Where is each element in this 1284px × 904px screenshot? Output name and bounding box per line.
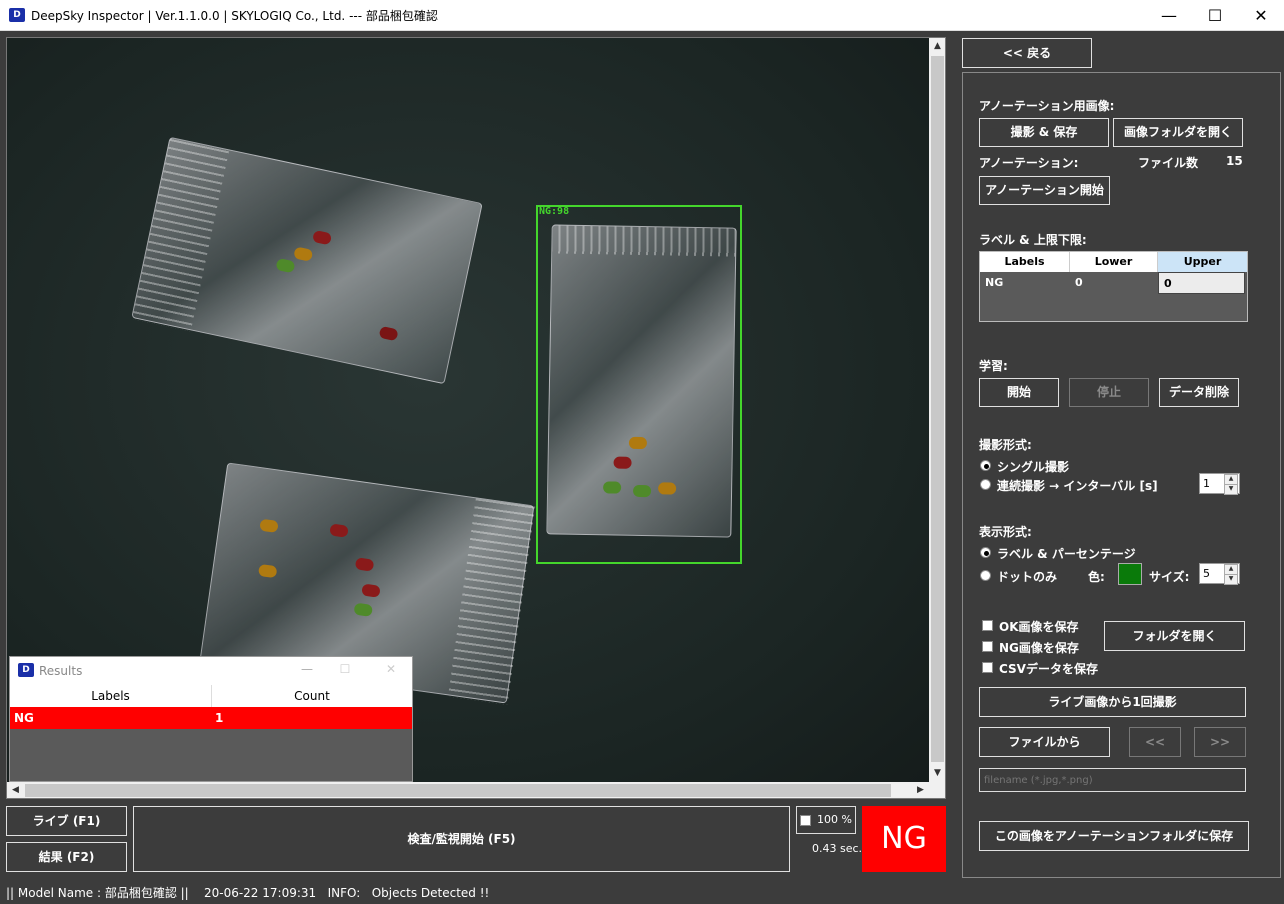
delete-data-button[interactable]: データ削除 xyxy=(1159,378,1239,407)
continuous-capture-label: 連続撮影 → インターバル [s] xyxy=(997,479,1158,493)
app-logo-icon: D xyxy=(18,663,34,677)
results-table-header: Labels Count xyxy=(10,685,412,707)
live-button[interactable]: ライブ (F1) xyxy=(6,806,127,836)
back-button[interactable]: << 戻る xyxy=(962,38,1092,68)
save-ng-label: NG画像を保存 xyxy=(999,641,1079,655)
capture-mode-heading: 撮影形式: xyxy=(979,438,1032,452)
filename-field[interactable] xyxy=(979,768,1246,792)
result-button[interactable]: 結果 (F2) xyxy=(6,842,127,872)
results-title-bar[interactable]: D Results — ☐ ✕ xyxy=(10,657,412,685)
resize-grip xyxy=(929,782,945,798)
table-row[interactable]: NG 1 xyxy=(10,707,412,729)
dots-only-radio[interactable] xyxy=(980,570,991,581)
from-file-button[interactable]: ファイルから xyxy=(979,727,1110,757)
save-ng-checkbox[interactable] xyxy=(982,641,993,652)
previous-file-button[interactable]: << xyxy=(1129,727,1181,757)
vertical-scroll-thumb[interactable] xyxy=(931,56,944,762)
column-header-labels: Labels xyxy=(10,685,212,707)
parts-bag-image xyxy=(131,136,483,385)
display-mode-heading: 表示形式: xyxy=(979,525,1032,539)
title-bar: D DeepSky Inspector | Ver.1.1.0.0 | SKYL… xyxy=(0,0,1284,31)
vertical-scrollbar[interactable]: ▲ ▼ xyxy=(929,38,945,782)
label-limits-table[interactable]: Labels Lower Upper NG 0 0 xyxy=(979,251,1248,322)
minimize-button[interactable]: — xyxy=(1146,0,1192,31)
size-label: サイズ: xyxy=(1149,570,1190,584)
save-ok-checkbox[interactable] xyxy=(982,620,993,631)
file-count-value: 15 xyxy=(1226,154,1243,168)
maximize-button[interactable]: ☐ xyxy=(330,662,360,676)
annotation-start-button[interactable]: アノーテーション開始 xyxy=(979,176,1110,205)
dot-color-swatch[interactable] xyxy=(1118,563,1142,585)
learn-start-button[interactable]: 開始 xyxy=(979,378,1059,407)
close-button[interactable]: ✕ xyxy=(376,662,406,676)
color-label: 色: xyxy=(1088,570,1105,584)
capture-from-live-button[interactable]: ライブ画像から1回撮影 xyxy=(979,687,1246,717)
window-title: DeepSky Inspector | Ver.1.1.0.0 | SKYLOG… xyxy=(31,9,438,23)
single-capture-label: シングル撮影 xyxy=(997,460,1070,474)
maximize-button[interactable]: ☐ xyxy=(1192,0,1238,31)
horizontal-scrollbar[interactable]: ◀ ▶ xyxy=(7,782,929,798)
save-ok-label: OK画像を保存 xyxy=(999,620,1079,634)
results-window: D Results — ☐ ✕ Labels Count NG 1 xyxy=(9,656,413,782)
zoom-checkbox[interactable] xyxy=(800,815,811,826)
open-image-folder-button[interactable]: 画像フォルダを開く xyxy=(1113,118,1243,147)
column-header-lower: Lower xyxy=(1070,252,1158,272)
size-value: 5 xyxy=(1203,567,1210,580)
open-folder-button[interactable]: フォルダを開く xyxy=(1104,621,1245,651)
stepper-down-icon[interactable]: ▼ xyxy=(1224,484,1238,495)
save-csv-label: CSVデータを保存 xyxy=(999,662,1098,676)
dots-only-label: ドットのみ xyxy=(997,570,1058,584)
annotation-heading: アノーテーション: xyxy=(979,156,1079,170)
zoom-toggle[interactable]: 100 % xyxy=(796,806,856,834)
scroll-down-icon[interactable]: ▼ xyxy=(929,765,945,782)
row-count: 1 xyxy=(215,711,224,725)
size-stepper[interactable]: 5 ▲ ▼ xyxy=(1199,563,1240,585)
status-bar: || Model Name : 部品梱包確認 || 20-06-22 17:09… xyxy=(0,882,1284,904)
file-count-label: ファイル数 xyxy=(1138,156,1199,170)
zoom-value: 100 % xyxy=(817,813,852,826)
stepper-down-icon[interactable]: ▼ xyxy=(1224,574,1238,585)
start-inspection-button[interactable]: 検査/監視開始 (F5) xyxy=(133,806,790,872)
column-header-labels: Labels xyxy=(980,252,1070,272)
cell-lower[interactable]: 0 xyxy=(1070,272,1158,294)
column-header-upper: Upper xyxy=(1158,252,1247,272)
annotation-image-heading: アノーテーション用画像: xyxy=(979,99,1115,113)
save-to-annotation-folder-button[interactable]: この画像をアノーテーションフォルダに保存 xyxy=(979,821,1249,851)
interval-value: 1 xyxy=(1203,477,1210,490)
results-title: Results xyxy=(39,664,83,678)
scroll-up-icon[interactable]: ▲ xyxy=(929,38,945,55)
detection-box xyxy=(536,205,742,564)
capture-save-button[interactable]: 撮影 & 保存 xyxy=(979,118,1109,147)
minimize-button[interactable]: — xyxy=(292,662,322,676)
single-capture-radio[interactable] xyxy=(980,460,991,471)
cell-upper[interactable]: 0 xyxy=(1158,272,1245,294)
row-label: NG xyxy=(14,711,34,725)
label-percentage-label: ラベル & パーセンテージ xyxy=(997,547,1136,561)
next-file-button[interactable]: >> xyxy=(1194,727,1246,757)
app-logo-icon: D xyxy=(9,8,25,22)
learning-heading: 学習: xyxy=(979,359,1008,373)
processing-time: 0.43 sec. xyxy=(812,842,863,855)
continuous-capture-radio[interactable] xyxy=(980,479,991,490)
save-csv-checkbox[interactable] xyxy=(982,662,993,673)
scroll-left-icon[interactable]: ◀ xyxy=(7,782,24,798)
label-percentage-radio[interactable] xyxy=(980,547,991,558)
detection-label: NG:98 xyxy=(539,206,570,217)
learn-stop-button[interactable]: 停止 xyxy=(1069,378,1149,407)
cell-label[interactable]: NG xyxy=(980,272,1070,294)
horizontal-scroll-thumb[interactable] xyxy=(25,784,891,797)
label-limits-heading: ラベル & 上限下限: xyxy=(979,233,1087,247)
close-button[interactable]: ✕ xyxy=(1238,0,1284,31)
column-header-count: Count xyxy=(294,689,330,703)
interval-stepper[interactable]: 1 ▲ ▼ xyxy=(1199,473,1240,495)
judgement-indicator: NG xyxy=(862,806,946,872)
scroll-right-icon[interactable]: ▶ xyxy=(912,782,929,798)
